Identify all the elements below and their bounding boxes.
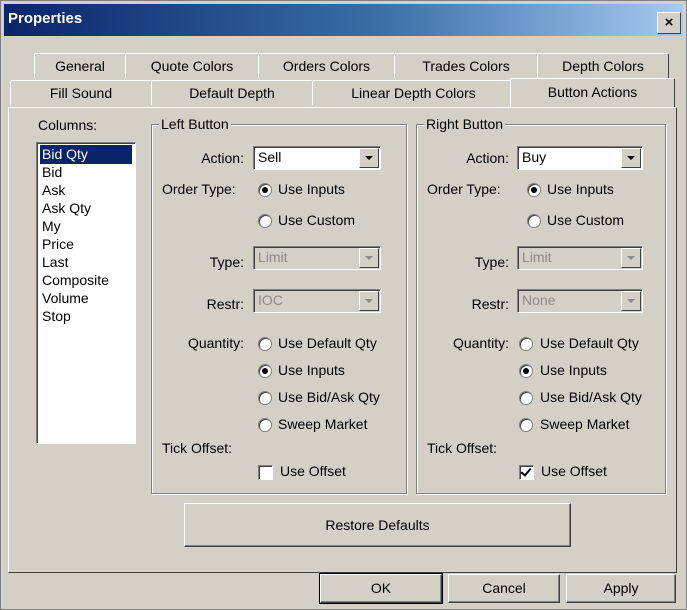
left-use-offset-label: Use Offset [280, 463, 346, 479]
right-type-label: Type: [474, 254, 509, 270]
right-order-type-use-custom-radio[interactable] [527, 214, 541, 228]
restore-defaults-button[interactable]: Restore Defaults [184, 503, 571, 547]
tab-default-depth[interactable]: Default Depth [151, 80, 313, 105]
left-qty-default-label: Use Default Qty [278, 335, 377, 351]
right-order-type-use-custom-label: Use Custom [547, 212, 625, 228]
chevron-down-icon[interactable] [359, 248, 379, 268]
list-item[interactable]: My [40, 217, 63, 236]
left-action-select[interactable]: Sell [253, 146, 381, 170]
list-item[interactable]: Ask [40, 181, 67, 200]
tab-button-actions[interactable]: Button Actions [510, 78, 675, 107]
right-qty-inputs-label: Use Inputs [540, 362, 607, 378]
right-restr-select[interactable]: None [517, 289, 643, 313]
left-type-value: Limit [258, 249, 288, 265]
chevron-down-icon[interactable] [621, 291, 641, 311]
right-tick-offset-label: Tick Offset: [427, 440, 498, 456]
tab-linear-depth-colors[interactable]: Linear Depth Colors [312, 80, 515, 105]
tab-general[interactable]: General [34, 53, 126, 78]
left-qty-inputs-label: Use Inputs [278, 362, 345, 378]
left-qty-sweep-radio[interactable] [258, 418, 272, 432]
left-order-type-label: Order Type: [162, 181, 236, 197]
right-order-type-use-inputs-radio[interactable] [527, 183, 541, 197]
right-type-select[interactable]: Limit [517, 246, 643, 270]
left-qty-bidask-radio[interactable] [258, 391, 272, 405]
left-action-value: Sell [258, 149, 282, 165]
left-restr-value: IOC [258, 292, 283, 308]
tab-depth-colors[interactable]: Depth Colors [537, 53, 669, 78]
apply-button[interactable]: Apply [566, 574, 676, 603]
right-use-offset-checkbox[interactable] [519, 465, 534, 480]
right-action-select[interactable]: Buy [517, 146, 643, 170]
columns-list[interactable]: Bid Qty Bid Ask Ask Qty My Price Last Co… [36, 142, 136, 444]
list-item[interactable]: Last [40, 253, 70, 272]
right-order-type-use-inputs-label: Use Inputs [547, 181, 614, 197]
list-item[interactable]: Bid Qty [40, 145, 132, 164]
right-qty-bidask-label: Use Bid/Ask Qty [540, 389, 642, 405]
right-qty-sweep-radio[interactable] [519, 418, 533, 432]
left-qty-inputs-radio[interactable] [258, 364, 272, 378]
tab-quote-colors[interactable]: Quote Colors [125, 53, 259, 78]
left-button-group-title: Left Button [159, 116, 231, 132]
left-type-label: Type: [209, 254, 244, 270]
list-item[interactable]: Bid [40, 163, 64, 182]
columns-label: Columns: [38, 117, 98, 133]
left-qty-default-radio[interactable] [258, 337, 272, 351]
list-item[interactable]: Stop [40, 307, 73, 326]
right-qty-default-label: Use Default Qty [540, 335, 639, 351]
right-button-group-title: Right Button [424, 116, 506, 132]
right-qty-inputs-radio[interactable] [519, 364, 533, 378]
right-action-label: Action: [466, 150, 509, 166]
left-restr-label: Restr: [206, 296, 244, 312]
title-bar[interactable]: Properties × [4, 4, 683, 36]
right-restr-label: Restr: [471, 296, 509, 312]
chevron-down-icon[interactable] [359, 291, 379, 311]
left-restr-select[interactable]: IOC [253, 289, 381, 313]
left-type-select[interactable]: Limit [253, 246, 381, 270]
right-order-type-label: Order Type: [427, 181, 501, 197]
left-use-offset-checkbox[interactable] [258, 465, 273, 480]
list-item[interactable]: Volume [40, 289, 91, 308]
left-tick-offset-label: Tick Offset: [162, 440, 233, 456]
left-qty-bidask-label: Use Bid/Ask Qty [278, 389, 380, 405]
left-action-label: Action: [201, 150, 244, 166]
tab-trades-colors[interactable]: Trades Colors [394, 53, 538, 78]
tab-orders-colors[interactable]: Orders Colors [258, 53, 395, 78]
window-title: Properties [8, 10, 83, 27]
left-qty-sweep-label: Sweep Market [278, 416, 368, 432]
tab-fill-sound[interactable]: Fill Sound [10, 80, 152, 105]
right-quantity-label: Quantity: [452, 335, 509, 351]
left-order-type-use-custom-label: Use Custom [278, 212, 356, 228]
right-qty-sweep-label: Sweep Market [540, 416, 630, 432]
right-qty-default-radio[interactable] [519, 337, 533, 351]
left-order-type-use-inputs-radio[interactable] [258, 183, 272, 197]
right-use-offset-label: Use Offset [541, 463, 607, 479]
left-order-type-use-inputs-label: Use Inputs [278, 181, 345, 197]
cancel-button[interactable]: Cancel [448, 574, 560, 603]
right-restr-value: None [522, 292, 556, 308]
chevron-down-icon[interactable] [621, 148, 641, 168]
right-qty-bidask-radio[interactable] [519, 391, 533, 405]
left-order-type-use-custom-radio[interactable] [258, 214, 272, 228]
right-type-value: Limit [522, 249, 552, 265]
close-button[interactable]: × [657, 12, 681, 34]
chevron-down-icon[interactable] [359, 148, 379, 168]
list-item[interactable]: Price [40, 235, 76, 254]
list-item[interactable]: Ask Qty [40, 199, 93, 218]
ok-button[interactable]: OK [319, 573, 443, 604]
chevron-down-icon[interactable] [621, 248, 641, 268]
right-action-value: Buy [522, 149, 547, 165]
list-item[interactable]: Composite [40, 271, 111, 290]
left-quantity-label: Quantity: [187, 335, 244, 351]
